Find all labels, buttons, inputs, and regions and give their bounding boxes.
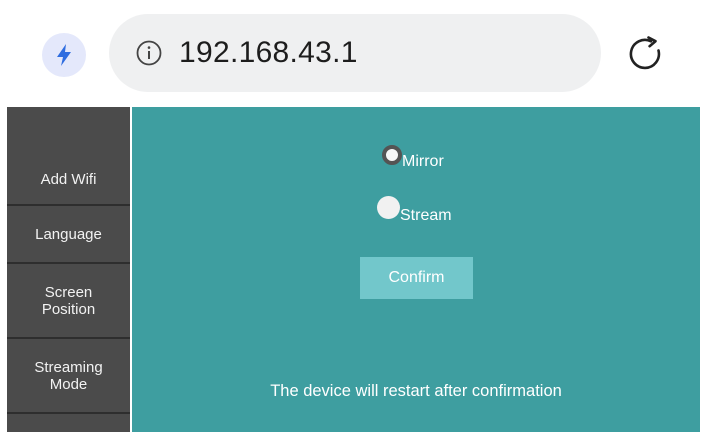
stream-label: Stream [400, 207, 452, 224]
address-bar[interactable]: 192.168.43.1 [109, 14, 601, 92]
info-icon[interactable] [135, 39, 163, 67]
streaming-mode-panel: Mirror Stream Confirm The device will re… [132, 107, 700, 432]
sidebar-item-label: Add Wifi [40, 171, 97, 188]
reload-icon[interactable] [624, 32, 668, 76]
stream-option[interactable]: Stream [377, 196, 452, 224]
sidebar-item-streaming-mode[interactable]: Streaming Mode [7, 339, 130, 414]
sidebar-item-add-wifi[interactable]: Add Wifi [7, 155, 130, 206]
sidebar-item-label: Screen Position [41, 283, 96, 318]
mirror-radio[interactable] [382, 145, 402, 165]
sidebar: Add Wifi Language Screen Position Stream… [7, 107, 130, 432]
lightning-bolt-button[interactable] [42, 33, 86, 77]
sidebar-item-label: Streaming Mode [34, 358, 103, 393]
confirm-button[interactable]: Confirm [360, 257, 473, 299]
sidebar-item-language[interactable]: Language [7, 206, 130, 264]
sidebar-item-screen-position[interactable]: Screen Position [7, 264, 130, 339]
mirror-option[interactable]: Mirror [382, 145, 444, 170]
restart-notice: The device will restart after confirmati… [270, 382, 562, 400]
lightning-bolt-icon [57, 44, 71, 66]
device-settings-page: Add Wifi Language Screen Position Stream… [7, 107, 700, 432]
stream-radio[interactable] [377, 196, 400, 219]
browser-toolbar: 192.168.43.1 [0, 0, 707, 107]
mirror-label: Mirror [402, 153, 444, 170]
sidebar-item-label: Language [35, 225, 102, 243]
url-text[interactable]: 192.168.43.1 [179, 36, 358, 70]
